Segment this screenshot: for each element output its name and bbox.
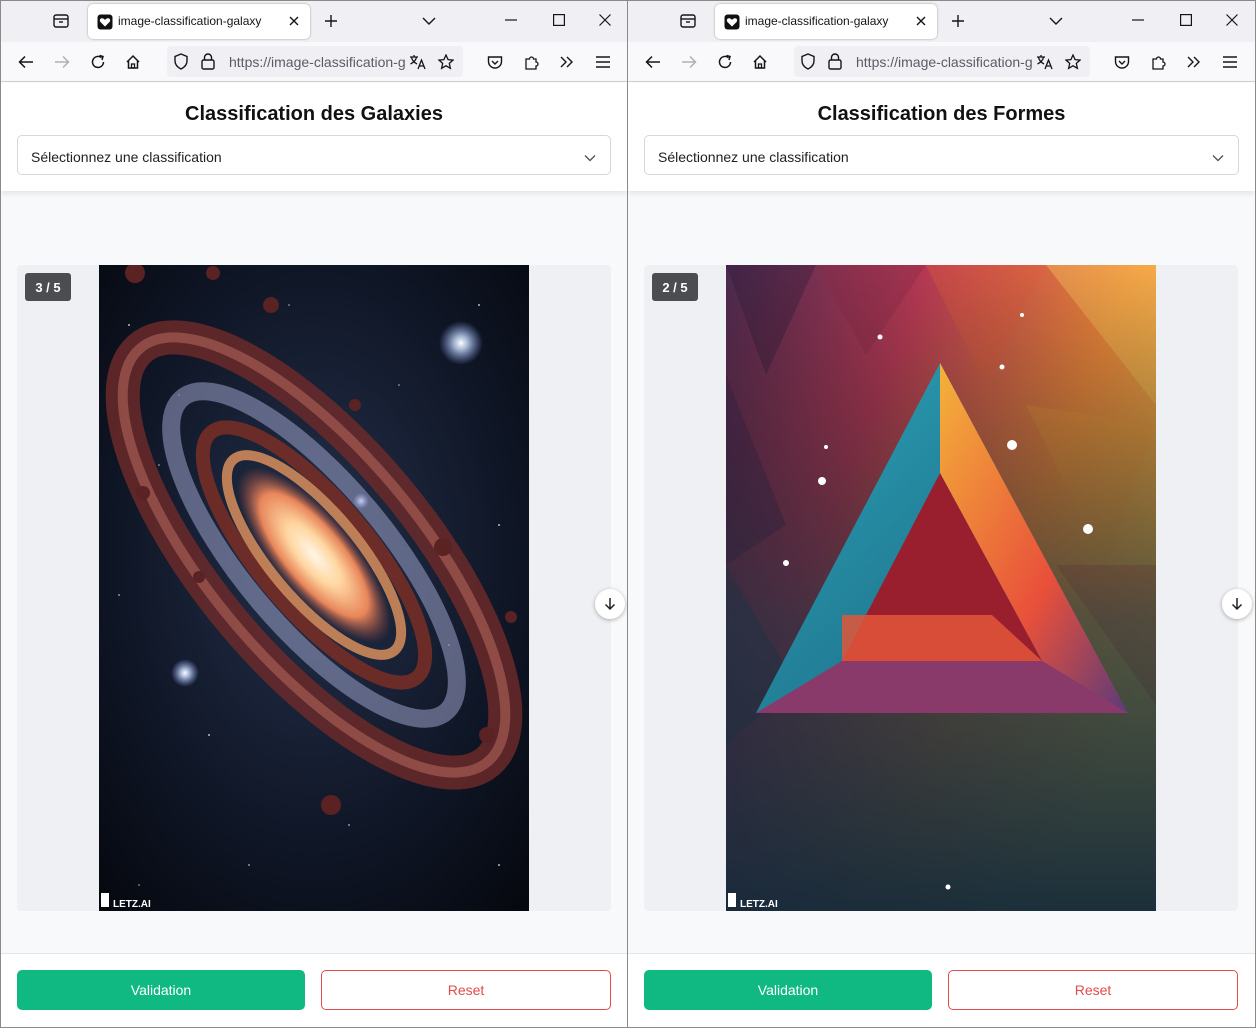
- lock-icon[interactable]: [201, 53, 215, 75]
- pocket-icon[interactable]: [1108, 48, 1136, 76]
- image-viewer: 2 / 5 LETZ.AI: [644, 265, 1252, 911]
- image-counter: 2 / 5: [652, 273, 698, 301]
- url-bar[interactable]: https://image-classification-g: [794, 46, 1090, 77]
- reset-button[interactable]: Reset: [948, 970, 1238, 1010]
- tab-title: image-classification-galaxy: [745, 14, 889, 28]
- arrow-down-icon[interactable]: [595, 589, 625, 619]
- extensions-icon[interactable]: [1145, 48, 1173, 76]
- page-header: Classification des Formes Sélectionnez u…: [628, 83, 1255, 191]
- action-footer: Validation Reset: [628, 953, 1255, 1027]
- tab-title: image-classification-galaxy: [118, 14, 262, 28]
- galaxy-image: LETZ.AI: [99, 265, 529, 911]
- page-title: Classification des Formes: [817, 103, 1066, 125]
- tab-close-icon[interactable]: [286, 13, 302, 29]
- bookmark-star-icon[interactable]: [1062, 51, 1084, 73]
- back-icon[interactable]: [639, 48, 667, 76]
- tab-strip: image-classification-galaxy: [1, 1, 627, 42]
- close-window-icon[interactable]: [585, 6, 625, 34]
- home-icon[interactable]: [746, 48, 774, 76]
- page-header: Classification des Galaxies Sélectionnez…: [1, 83, 627, 191]
- firefox-view-icon[interactable]: [47, 9, 75, 33]
- watermark: LETZ.AI: [740, 899, 778, 910]
- url-text[interactable]: https://image-classification-g: [856, 54, 1033, 70]
- chevron-down-icon: [1212, 149, 1224, 167]
- maximize-icon[interactable]: [539, 6, 579, 34]
- extensions-icon[interactable]: [518, 48, 546, 76]
- browser-window-left: image-classification-galaxy https://imag…: [0, 0, 628, 1028]
- minimize-icon[interactable]: [1118, 6, 1158, 34]
- arrow-down-icon[interactable]: [1222, 589, 1252, 619]
- translate-icon[interactable]: [1034, 51, 1056, 73]
- classification-select[interactable]: Sélectionnez une classification: [644, 135, 1239, 175]
- triangle-shape-image: LETZ.AI: [726, 265, 1156, 911]
- firefox-view-icon[interactable]: [674, 9, 702, 33]
- reset-button[interactable]: Reset: [321, 970, 611, 1010]
- nav-bar: https://image-classification-g: [1, 42, 627, 82]
- minimize-icon[interactable]: [491, 6, 531, 34]
- new-tab-icon[interactable]: [319, 9, 343, 33]
- back-icon[interactable]: [12, 48, 40, 76]
- more-tools-icon[interactable]: [1180, 48, 1208, 76]
- validation-button[interactable]: Validation: [644, 970, 932, 1010]
- more-tools-icon[interactable]: [553, 48, 581, 76]
- tab-active[interactable]: image-classification-galaxy: [715, 4, 937, 39]
- list-all-tabs-icon[interactable]: [417, 9, 441, 33]
- menu-icon[interactable]: [589, 48, 617, 76]
- page-content: Classification des Galaxies Sélectionnez…: [1, 83, 627, 1027]
- bookmark-star-icon[interactable]: [435, 51, 457, 73]
- browser-window-right: image-classification-galaxy https://imag…: [627, 0, 1256, 1028]
- image-viewer: 3 / 5 LETZ.AI: [17, 265, 625, 911]
- forward-icon[interactable]: [675, 48, 703, 76]
- home-icon[interactable]: [119, 48, 147, 76]
- tab-active[interactable]: image-classification-galaxy: [88, 4, 310, 39]
- url-text[interactable]: https://image-classification-g: [229, 54, 406, 70]
- select-value: Sélectionnez une classification: [658, 149, 849, 165]
- select-value: Sélectionnez une classification: [31, 149, 222, 165]
- tab-close-icon[interactable]: [913, 13, 929, 29]
- image-counter: 3 / 5: [25, 273, 71, 301]
- lock-icon[interactable]: [828, 53, 842, 75]
- reload-icon[interactable]: [711, 48, 739, 76]
- watermark: LETZ.AI: [113, 899, 151, 910]
- page-content: Classification des Formes Sélectionnez u…: [628, 83, 1255, 1027]
- menu-icon[interactable]: [1216, 48, 1244, 76]
- chevron-down-icon: [584, 149, 596, 167]
- close-window-icon[interactable]: [1212, 6, 1252, 34]
- forward-icon[interactable]: [48, 48, 76, 76]
- translate-icon[interactable]: [407, 51, 429, 73]
- url-bar[interactable]: https://image-classification-g: [167, 46, 463, 77]
- tab-strip: image-classification-galaxy: [628, 1, 1255, 42]
- pocket-icon[interactable]: [481, 48, 509, 76]
- maximize-icon[interactable]: [1166, 6, 1206, 34]
- favicon-heart-icon: [97, 14, 113, 30]
- favicon-heart-icon: [724, 14, 740, 30]
- page-title: Classification des Galaxies: [185, 103, 443, 125]
- reload-icon[interactable]: [84, 48, 112, 76]
- new-tab-icon[interactable]: [946, 9, 970, 33]
- classification-select[interactable]: Sélectionnez une classification: [17, 135, 611, 175]
- tracking-protection-shield-icon[interactable]: [800, 53, 816, 75]
- nav-bar: https://image-classification-g: [628, 42, 1255, 82]
- action-footer: Validation Reset: [1, 953, 627, 1027]
- validation-button[interactable]: Validation: [17, 970, 305, 1010]
- tracking-protection-shield-icon[interactable]: [173, 53, 189, 75]
- list-all-tabs-icon[interactable]: [1044, 9, 1068, 33]
